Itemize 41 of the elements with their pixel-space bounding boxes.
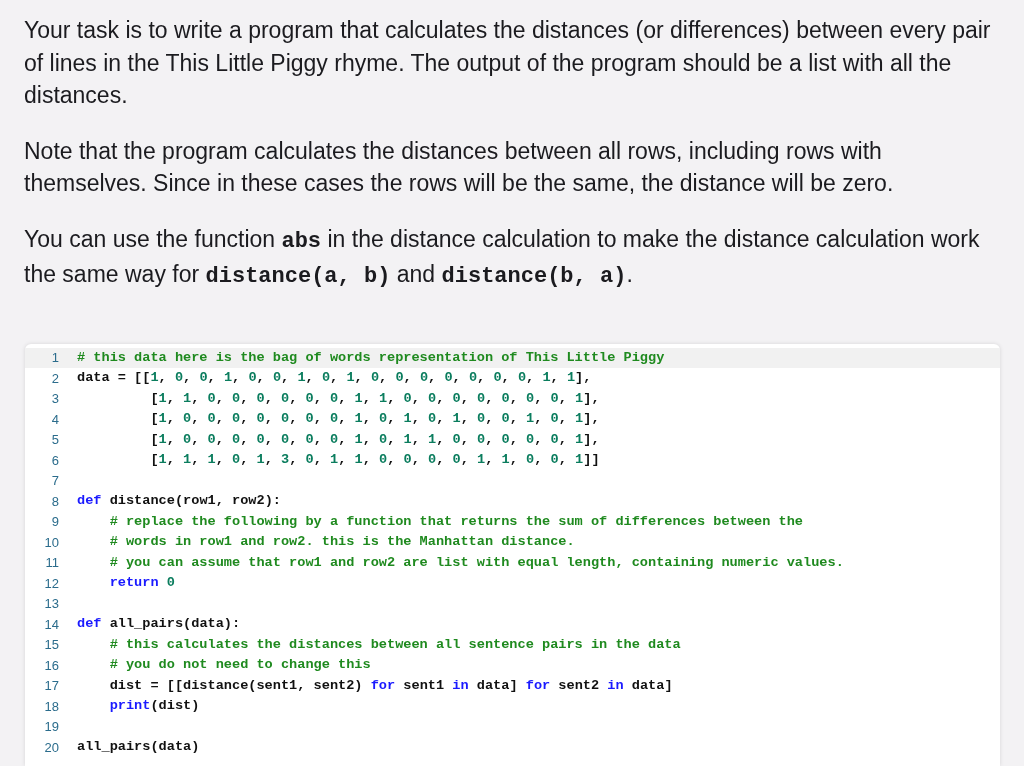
code-line: all_pairs(data) [76,738,200,757]
line-number: 17 [43,677,60,695]
code-line: return 0 [108,574,175,593]
line-number: 13 [43,595,60,613]
line-number: 4 [50,410,60,429]
code-line: print(dist) [108,697,200,716]
code-line: # words in row1 and row2. this is the Manhattan distance. [108,533,575,552]
line-number: 1 [50,349,60,367]
code-line: [1, 0, 0, 0, 0, 0, 0, 0, 1, 0, 1, 1, 0, 0, 0, 0, 0, 1], [149,430,600,449]
paragraph: Note that the program calculates the distances between all rows, including rows with themselves. Since in these cases the rows will be the same, the distance will be zero. [24,136,895,198]
code-line: [1, 0, 0, 0, 0, 0, 0, 0, 1, 0, 1, 0, 1, 0, 0, 1, 0, 1], [149,410,600,429]
line-number: 15 [43,636,60,654]
line-number: 18 [43,697,60,716]
line-number: 19 [43,718,60,736]
line-number: 6 [50,451,60,470]
line-number: 10 [43,533,60,552]
line-number: 11 [44,554,60,572]
paragraph: You can use the function abs in the distance calculation to make the distance calculation work the same way for distance(a, b) and distance(b, a). [24,224,981,291]
code-line: # replace the following by a function that returns the sum of differences between the [108,512,804,531]
code-line: # this data here is the bag of words representation of This Little Piggy [76,348,665,367]
code-line: def distance(row1, row2): [76,492,281,511]
code-line: [1, 1, 1, 0, 1, 3, 0, 1, 1, 0, 0, 0, 0, 1, 1, 0, 0, 1]] [149,451,600,470]
line-number: 9 [50,513,60,531]
line-number: 2 [50,369,60,388]
paragraph: Your task is to write a program that calculates the distances (or differences) between every pair of lines in the This Little Piggy rhyme. The output of the program should be a list with all the distances. [24,16,992,110]
line-number: 3 [50,390,60,408]
code-line: [1, 1, 0, 0, 0, 0, 0, 0, 1, 1, 0, 0, 0, 0, 0, 0, 0, 1], [149,389,600,408]
code-line: # you do not need to change this [108,656,371,675]
line-number: 7 [50,472,60,490]
line-number: 14 [43,615,60,634]
line-number: 12 [43,574,60,593]
line-number: 5 [50,431,60,449]
code-editor[interactable] [25,343,1000,766]
code-line: dist = [[distance(sent1, sent2) for sent1 in data] for sent2 in data] [108,676,673,695]
code-line: def all_pairs(data): [76,615,241,634]
line-number: 16 [43,656,60,675]
code-line: # you can assume that row1 and row2 are list with equal length, containing numeric values. [108,553,844,572]
code-line: # this calculates the distances between all sentence pairs in the data [108,635,681,654]
code-line: data = [[1, 0, 0, 1, 0, 0, 1, 0, 1, 0, 0, 0, 0, 0, 0, 0, 1, 1], [76,369,592,388]
line-number: 20 [43,738,60,757]
line-number: 8 [50,492,60,511]
